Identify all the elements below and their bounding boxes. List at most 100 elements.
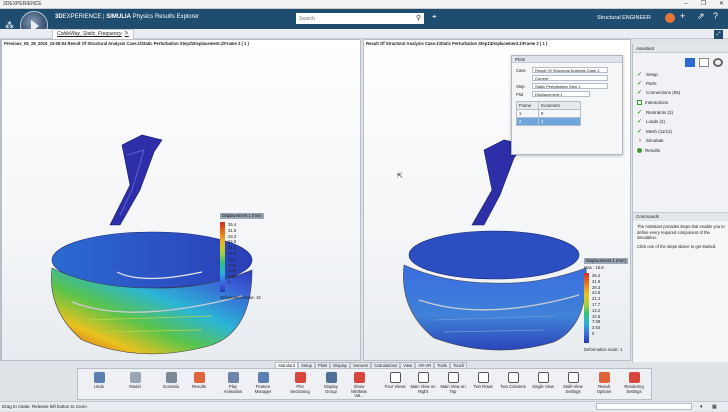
status-text: Drag to rotate. Release left button to z… [2,404,87,409]
scenario-icon [165,372,177,383]
search-icon[interactable]: ⚲ [416,13,424,24]
share-icon[interactable]: ⇗ [697,11,705,22]
check-icon: ✓ [637,90,643,96]
single-view-icon [537,372,549,383]
list-view-icon[interactable] [685,58,695,67]
assistant-step-setup[interactable]: ✓ Setup [637,71,658,78]
assistant-step-results[interactable]: Results [637,148,660,153]
maximize-button[interactable]: ❐ [701,0,706,9]
frame-table[interactable]: Frame Increment 10 21 [516,101,581,126]
results-icon [193,372,205,383]
check-icon: ✓ [637,72,643,78]
user-name[interactable]: Structural ENGINEER [597,15,651,21]
check-icon: ✓ [637,119,643,125]
result-options-icon [598,372,610,383]
checkbox-empty-icon [637,100,642,105]
action-bar: Undo Model Scenario Results Play Animati… [77,368,652,400]
table-row[interactable]: 21 [516,117,581,126]
single-view-button[interactable]: Single View [530,372,556,390]
plots-panel[interactable]: Plots Case Result Of Structural Analysis… [511,55,623,155]
document-tab-bar: CobleWay_Static_Frequency ✕ + [0,29,728,39]
undo-icon [93,372,105,383]
assistant-step-interactions[interactable]: Interactions [637,100,668,105]
legend-values: 35.4 31.9 28.3 24.8 21.2 17.7 14.2 10.6 … [592,273,601,336]
minimize-button[interactable]: – [684,0,687,9]
assistant-step-loads[interactable]: ✓ Loads (2) [637,118,665,125]
info-icon[interactable] [699,58,709,67]
plot-sectioning-icon [294,372,306,383]
deformation-scale: Deformation scale: 16 [220,295,261,300]
scenario-button[interactable]: Scenario [158,372,184,390]
rendering-settings-icon [628,372,640,383]
multi-view-settings-button[interactable]: Multi-View Settings [560,372,586,394]
play-animation-button[interactable]: Play Animation [220,372,246,394]
assistant-step-restraints[interactable]: ✓ Restraints (2) [637,109,673,116]
case-current-select[interactable]: Current [532,75,608,81]
show-min-max-icon [353,372,365,383]
two-columns-icon [507,372,519,383]
commands-panel: Commands The Assistant provides steps th… [633,212,728,362]
legend-max: Max : 18.8 [584,265,604,270]
avatar[interactable] [665,13,675,23]
mouse-cursor-icon: ⇱ [397,173,403,180]
table-row[interactable]: 10 [516,109,581,118]
brand-title: 3DEXPERIENCE | SIMULIA Physics Results E… [55,14,199,20]
commands-title: Commands [633,213,728,221]
check-icon: ✓ [637,81,643,87]
legend-values: 35.4 31.8 28.3 24.8 21.2 17.7 14.1 10.6 … [228,222,237,285]
check-icon: ✓ [637,129,643,135]
cabin-roof [408,230,580,280]
plot-sectioning-button[interactable]: Plot Sectioning [287,372,313,394]
hanger-arm [109,134,163,226]
model-button[interactable]: Model [122,372,148,390]
assistant-step-connections[interactable]: ✓ Connections (55) [637,89,680,96]
assistant-step-parts[interactable]: ✓ Parts [637,80,657,87]
two-rows-button[interactable]: Two Rows [470,372,496,390]
new-tab-button[interactable]: + [124,30,128,36]
deformation-scale: Deformation scale: 1 [584,347,623,352]
display-group-button[interactable]: Display Group [318,372,344,394]
assistant-step-simulate[interactable]: ! Simulate [637,138,663,143]
status-bar: Drag to rotate. Release left button to z… [0,401,728,411]
plot-select[interactable]: Displacement.1 [532,91,590,97]
rendering-settings-button[interactable]: Rendering Settings [621,372,647,394]
undo-button[interactable]: Undo [86,372,112,390]
right-legend: Displacement.1 (mm) Max : 18.8 35.4 31.9… [584,258,628,352]
result-options-button[interactable]: Result Options [591,372,617,394]
main-view-top-button[interactable]: Main View on Top [440,372,466,394]
gear-icon[interactable] [713,58,723,67]
main-view-right-button[interactable]: Main View on Right [410,372,436,394]
tag-icon[interactable]: ⌖ [432,12,437,22]
two-columns-button[interactable]: Two Columns [500,372,526,390]
case-select[interactable]: Result Of Structural Analysis Case.1 [532,67,608,73]
four-views-button[interactable]: Four Views [382,372,408,390]
commands-hint: Click one of the steps above to get star… [637,243,717,249]
app-title: 3DEXPERIENCE [3,1,42,7]
left-model-render[interactable] [2,40,361,361]
close-button[interactable]: ✕ [719,0,724,9]
step-select[interactable]: Static Perturbation Step 1 [532,83,608,89]
help-icon[interactable]: ? [713,11,718,21]
show-min-max-button[interactable]: Show Min/Max Val... [346,372,372,399]
legend-color-bar [584,273,589,343]
commands-text: The Assistant provides steps that enable… [637,224,725,241]
feature-manager-button[interactable]: Feature Manager [250,372,276,394]
assistant-panel: Assistant ✓ Setup ✓ Parts ✓ Connections (55… [632,44,728,362]
expand-icon[interactable]: ⤢ [714,30,723,39]
add-icon[interactable]: + [680,11,685,21]
assistant-step-mesh[interactable]: ✓ Mesh (11/11) [637,128,672,135]
display-group-icon [325,372,337,383]
results-button[interactable]: Results [186,372,212,390]
legend-title: Displacement.1 (mm) [584,258,628,264]
play-animation-icon [227,372,239,383]
assistant-title: Assistant [633,44,728,53]
search-input[interactable] [296,13,424,24]
check-icon: ✓ [637,110,643,116]
tab-document[interactable]: CobleWay_Static_Frequency ✕ [52,29,134,39]
left-viewport[interactable]: Previous_05_28_2019_15:09:04 Result Of S… [1,39,361,361]
left-legend: Displacement.1 (mm) 35.4 31.8 28.3 24.8 … [220,213,264,300]
multi-view-settings-icon [567,372,579,383]
command-input[interactable] [596,403,692,410]
legend-title: Displacement.1 (mm) [220,213,264,219]
window-title-bar: 3DEXPERIENCE – ❐ ✕ [0,0,728,9]
